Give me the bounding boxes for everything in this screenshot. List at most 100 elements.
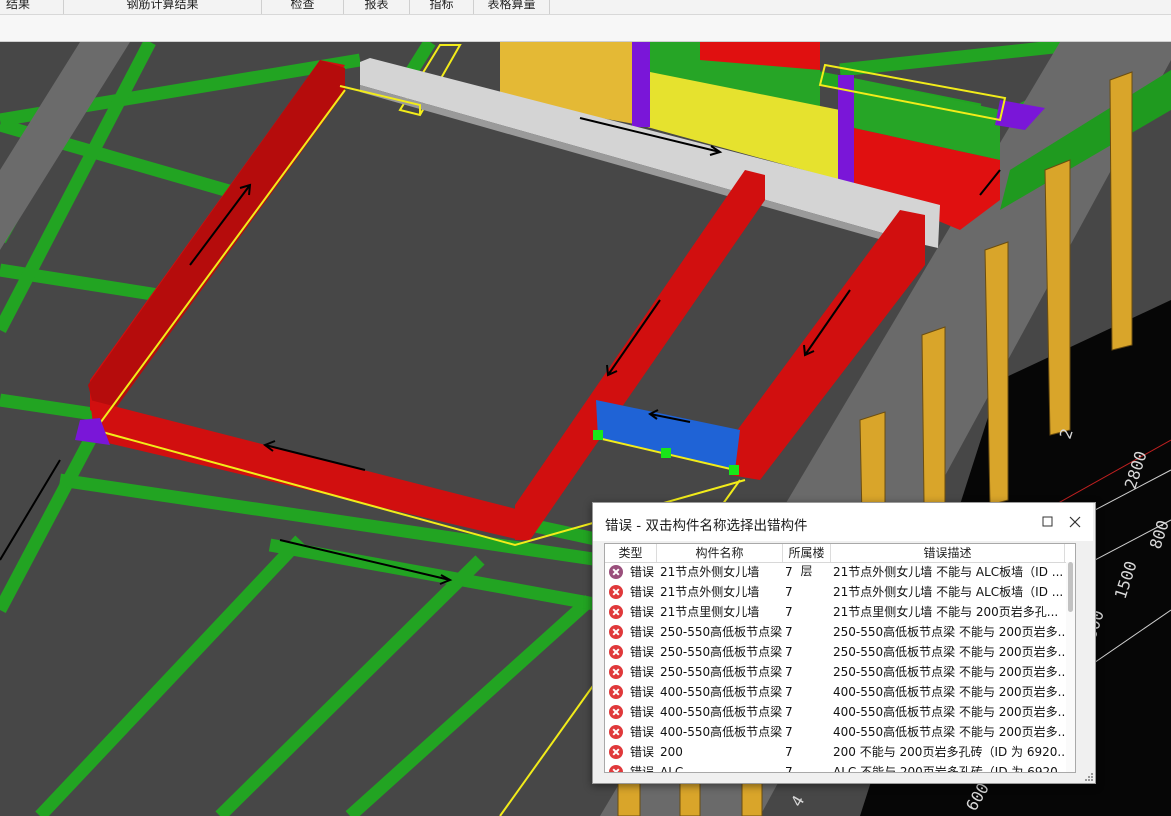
row-component-name[interactable]: 400-550高低板节点梁 bbox=[660, 722, 784, 742]
table-row[interactable]: 错误 250-550高低板节点梁 7 250-550高低板节点梁 不能与 200… bbox=[605, 622, 1067, 642]
row-type: 错误 bbox=[630, 625, 655, 639]
row-component-name[interactable]: 21节点里侧女儿墙 bbox=[660, 602, 784, 622]
row-type: 错误 bbox=[630, 725, 655, 739]
table-row[interactable]: 错误 21节点外侧女儿墙 7 21节点外侧女儿墙 不能与 ALC板墙（ID ..… bbox=[605, 582, 1067, 602]
row-floor: 7 bbox=[785, 645, 793, 659]
scrollbar-thumb[interactable] bbox=[1068, 562, 1073, 612]
toolbar-strip bbox=[0, 15, 1171, 42]
close-icon bbox=[1069, 516, 1081, 528]
row-description: 21节点外侧女儿墙 不能与 ALC板墙（ID ... bbox=[833, 565, 1064, 579]
resize-grip-icon[interactable] bbox=[1085, 773, 1093, 781]
list-header: 类型 构件名称 所属楼层 错误描述 bbox=[605, 544, 1075, 578]
column-header-floor[interactable]: 所属楼层 bbox=[783, 544, 831, 578]
row-type: 错误 bbox=[630, 765, 655, 773]
grip-handle[interactable] bbox=[661, 448, 671, 458]
error-icon bbox=[609, 685, 623, 699]
column-header-description[interactable]: 错误描述 bbox=[831, 544, 1065, 562]
vertical-scrollbar[interactable] bbox=[1066, 562, 1075, 772]
error-icon bbox=[609, 585, 623, 599]
table-row[interactable]: 错误 400-550高低板节点梁 7 400-550高低板节点梁 不能与 200… bbox=[605, 682, 1067, 702]
row-floor: 7 bbox=[785, 605, 793, 619]
error-dialog: 错误 - 双击构件名称选择出错构件 类型 构件名称 所属楼层 错误描述 错误 2… bbox=[592, 502, 1096, 784]
row-component-name[interactable]: 21节点外侧女儿墙 bbox=[660, 562, 784, 582]
row-type: 错误 bbox=[630, 605, 655, 619]
row-component-name[interactable]: ALC bbox=[660, 762, 784, 772]
error-list[interactable]: 类型 构件名称 所属楼层 错误描述 错误 21节点外侧女儿墙 7 21节点外侧女… bbox=[604, 543, 1076, 773]
row-component-name[interactable]: 400-550高低板节点梁 bbox=[660, 682, 784, 702]
row-description: ALC 不能与 200页岩多孔砖（ID 为 6920... bbox=[833, 765, 1067, 773]
tab-report[interactable]: 报表 bbox=[344, 0, 410, 14]
row-component-name[interactable]: 250-550高低板节点梁 bbox=[660, 642, 784, 662]
dialog-title: 错误 - 双击构件名称选择出错构件 bbox=[605, 518, 808, 534]
error-icon bbox=[609, 745, 623, 759]
row-type: 错误 bbox=[630, 645, 655, 659]
table-row[interactable]: 错误 21节点外侧女儿墙 7 21节点外侧女儿墙 不能与 ALC板墙（ID ..… bbox=[605, 562, 1067, 582]
maximize-icon bbox=[1042, 516, 1053, 527]
row-component-name[interactable]: 400-550高低板节点梁 bbox=[660, 702, 784, 722]
tab-label: 钢筋计算结果 bbox=[126, 0, 199, 11]
grip-handle[interactable] bbox=[729, 465, 739, 475]
error-icon bbox=[609, 625, 623, 639]
purple-column bbox=[632, 42, 650, 127]
row-type: 错误 bbox=[630, 565, 655, 579]
row-type: 错误 bbox=[630, 685, 655, 699]
column-header-type[interactable]: 类型 bbox=[605, 544, 657, 562]
error-icon bbox=[609, 765, 623, 772]
table-row[interactable]: 错误 250-550高低板节点梁 7 250-550高低板节点梁 不能与 200… bbox=[605, 642, 1067, 662]
tab-label: 表格算量 bbox=[487, 0, 536, 11]
tab-label: 指标 bbox=[429, 0, 454, 11]
row-description: 400-550高低板节点梁 不能与 200页岩多... bbox=[833, 685, 1067, 699]
tab-table-quantity[interactable]: 表格算量 bbox=[474, 0, 550, 14]
grip-handle[interactable] bbox=[593, 430, 603, 440]
row-floor: 7 bbox=[785, 745, 793, 759]
row-type: 错误 bbox=[630, 585, 655, 599]
row-type: 错误 bbox=[630, 665, 655, 679]
table-row[interactable]: 错误 400-550高低板节点梁 7 400-550高低板节点梁 不能与 200… bbox=[605, 702, 1067, 722]
table-row[interactable]: 错误 21节点里侧女儿墙 7 21节点里侧女儿墙 不能与 200页岩多孔... bbox=[605, 602, 1067, 622]
column-header-name[interactable]: 构件名称 bbox=[657, 544, 783, 562]
row-floor: 7 bbox=[785, 765, 793, 773]
ribbon-tab-bar: 结果 钢筋计算结果 检查 报表 指标 表格算量 bbox=[0, 0, 1171, 15]
tab-label: 检查 bbox=[290, 0, 315, 11]
maximize-button[interactable] bbox=[1037, 511, 1059, 533]
tab-rebar-results[interactable]: 钢筋计算结果 bbox=[64, 0, 262, 14]
row-description: 400-550高低板节点梁 不能与 200页岩多... bbox=[833, 705, 1067, 719]
row-description: 250-550高低板节点梁 不能与 200页岩多... bbox=[833, 665, 1067, 679]
table-row[interactable]: 错误 400-550高低板节点梁 7 400-550高低板节点梁 不能与 200… bbox=[605, 722, 1067, 742]
row-component-name[interactable]: 250-550高低板节点梁 bbox=[660, 662, 784, 682]
tab-results[interactable]: 结果 bbox=[0, 0, 64, 14]
row-description: 21节点里侧女儿墙 不能与 200页岩多孔... bbox=[833, 605, 1059, 619]
tab-label: 结果 bbox=[6, 0, 31, 11]
row-description: 250-550高低板节点梁 不能与 200页岩多... bbox=[833, 625, 1067, 639]
table-row[interactable]: 错误 ALC 7 ALC 不能与 200页岩多孔砖（ID 为 6920... bbox=[605, 762, 1067, 773]
row-description: 400-550高低板节点梁 不能与 200页岩多... bbox=[833, 725, 1067, 739]
error-icon bbox=[609, 705, 623, 719]
row-floor: 7 bbox=[785, 685, 793, 699]
error-icon bbox=[609, 645, 623, 659]
row-floor: 7 bbox=[785, 565, 793, 579]
row-floor: 7 bbox=[785, 725, 793, 739]
tab-label: 报表 bbox=[364, 0, 389, 11]
dialog-titlebar[interactable]: 错误 - 双击构件名称选择出错构件 bbox=[593, 503, 1093, 541]
tab-check[interactable]: 检查 bbox=[262, 0, 344, 14]
close-button[interactable] bbox=[1064, 511, 1086, 533]
error-icon bbox=[609, 605, 623, 619]
row-component-name[interactable]: 21节点外侧女儿墙 bbox=[660, 582, 784, 602]
row-floor: 7 bbox=[785, 665, 793, 679]
error-icon bbox=[609, 565, 623, 579]
table-row[interactable]: 错误 250-550高低板节点梁 7 250-550高低板节点梁 不能与 200… bbox=[605, 662, 1067, 682]
row-component-name[interactable]: 200 bbox=[660, 742, 784, 762]
row-description: 250-550高低板节点梁 不能与 200页岩多... bbox=[833, 645, 1067, 659]
row-component-name[interactable]: 250-550高低板节点梁 bbox=[660, 622, 784, 642]
table-row[interactable]: 错误 200 7 200 不能与 200页岩多孔砖（ID 为 6920... bbox=[605, 742, 1067, 762]
row-type: 错误 bbox=[630, 745, 655, 759]
row-description: 200 不能与 200页岩多孔砖（ID 为 6920... bbox=[833, 745, 1067, 759]
row-floor: 7 bbox=[785, 625, 793, 639]
row-floor: 7 bbox=[785, 705, 793, 719]
error-icon bbox=[609, 665, 623, 679]
row-floor: 7 bbox=[785, 585, 793, 599]
row-description: 21节点外侧女儿墙 不能与 ALC板墙（ID ... bbox=[833, 585, 1064, 599]
tab-indicators[interactable]: 指标 bbox=[410, 0, 474, 14]
error-icon bbox=[609, 725, 623, 739]
row-type: 错误 bbox=[630, 705, 655, 719]
